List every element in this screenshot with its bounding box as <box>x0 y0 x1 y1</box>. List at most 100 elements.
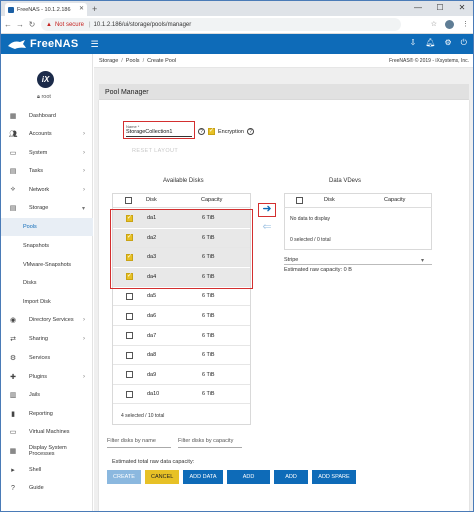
col-capacity[interactable]: Capacity <box>201 197 222 203</box>
row-checkbox[interactable] <box>126 312 133 320</box>
table-row[interactable]: da9 6 TiB <box>113 366 250 385</box>
notifications-icon[interactable]: 🔔︎ <box>425 38 435 48</box>
encryption-checkbox[interactable] <box>208 127 215 135</box>
tab-title: FreeNAS - 10.1.2.186 <box>17 6 71 13</box>
forward-icon[interactable]: → <box>15 20 25 29</box>
disk-name: da8 <box>147 352 157 359</box>
sidebar-item-snapshots[interactable]: Snapshots <box>1 237 93 255</box>
maximize-button[interactable]: ☐ <box>429 1 451 16</box>
filter-by-name-input[interactable]: Filter disks by name <box>107 438 156 444</box>
create-button[interactable]: CREATE <box>107 470 141 484</box>
sidebar-item-label: Guide <box>29 485 44 491</box>
disk-capacity: 6 TiB <box>202 352 215 359</box>
sidebar-item-tasks[interactable]: ▤ Tasks › <box>1 162 93 180</box>
cancel-button[interactable]: CANCEL <box>145 470 179 484</box>
storage-icon: ▤ <box>9 205 17 212</box>
reset-layout-button[interactable]: RESET LAYOUT <box>132 148 178 154</box>
sidebar-item-system[interactable]: ▭ System › <box>1 144 93 162</box>
vdev-col-capacity[interactable]: Capacity <box>384 197 405 203</box>
menu-toggle-icon[interactable]: ☰ <box>91 39 99 50</box>
sidebar-item-display-system-processes[interactable]: ▦ Display System Processes <box>1 442 93 460</box>
row-checkbox[interactable] <box>126 332 133 340</box>
browser-tab[interactable]: FreeNAS - 10.1.2.186 ✕ <box>5 3 87 16</box>
sidebar-item-directory-services[interactable]: ◉ Directory Services › <box>1 311 93 329</box>
row-checkbox[interactable] <box>126 292 133 300</box>
tab-strip: FreeNAS - 10.1.2.186 ✕ + — ☐ ✕ <box>1 1 473 16</box>
sidebar-item-guide[interactable]: ? Guide <box>1 479 93 497</box>
sidebar-item-shell[interactable]: ▸ Shell <box>1 461 93 479</box>
sidebar-item-label: Accounts <box>29 131 52 137</box>
tasks-status-icon[interactable]: ⇩ <box>410 38 417 48</box>
chevron-right-icon: › <box>83 317 85 323</box>
vdev-col-disk[interactable]: Disk <box>312 197 384 203</box>
sidebar-item-services[interactable]: ⚙ Services <box>1 349 93 367</box>
table-row[interactable]: da6 6 TiB <box>113 307 250 326</box>
browser-actions: ☆ ⋮ <box>431 20 469 29</box>
col-disk[interactable]: Disk <box>146 197 201 203</box>
power-icon[interactable]: ⏻ <box>461 38 467 48</box>
tab-close-icon[interactable]: ✕ <box>79 5 84 12</box>
freenas-shark-icon <box>8 39 26 49</box>
encryption-row: Encryption <box>208 127 244 135</box>
sidebar-item-plugins[interactable]: ✚ Plugins › <box>1 368 93 386</box>
sidebar-item-network[interactable]: ⟡ Network › <box>1 181 93 199</box>
breadcrumb-create-pool: Create Pool <box>147 57 177 64</box>
minimize-button[interactable]: — <box>407 1 429 16</box>
add-spare-button[interactable]: ADD SPARE <box>312 470 356 484</box>
disk-name: da6 <box>147 313 157 319</box>
sidebar-item-dashboard[interactable]: ▦ Dashboard <box>1 107 93 125</box>
sidebar-item-storage[interactable]: ▤ Storage ▾ <box>1 199 93 217</box>
table-row[interactable]: da8 6 TiB <box>113 346 250 366</box>
profile-avatar-icon[interactable] <box>445 20 454 29</box>
chevron-down-icon[interactable]: ▾ <box>421 257 424 264</box>
row-checkbox[interactable] <box>126 351 133 359</box>
row-checkbox[interactable] <box>126 371 133 379</box>
encryption-help-icon[interactable]: ? <box>247 128 254 135</box>
table-row[interactable]: da5 6 TiB <box>113 287 250 307</box>
filter-by-capacity-input[interactable]: Filter disks by capacity <box>178 438 233 444</box>
sidebar-item-vmware-snapshots[interactable]: VMware-Snapshots <box>1 256 93 274</box>
sidebar-item-jails[interactable]: ▥ Jails <box>1 386 93 404</box>
sidebar-item-pools[interactable]: Pools <box>1 218 93 236</box>
new-tab-button[interactable]: + <box>92 3 97 16</box>
disk-capacity: 6 TiB <box>202 313 215 319</box>
sidebar-item-virtual-machines[interactable]: ▭ Virtual Machines <box>1 423 93 441</box>
freenas-logo[interactable]: FreeNAS <box>7 38 79 50</box>
move-right-arrow-icon[interactable]: ➜ <box>258 203 276 217</box>
table-row[interactable]: da7 6 TiB <box>113 327 250 346</box>
sidebar-item-accounts[interactable]: 👥︎ Accounts › <box>1 125 93 143</box>
data-vdevs-title: Data VDevs <box>329 178 362 184</box>
sidebar-item-sharing[interactable]: ⇄ Sharing › <box>1 330 93 348</box>
reload-icon[interactable]: ↻ <box>27 20 37 29</box>
row-checkbox-cell <box>113 292 147 300</box>
move-left-arrow-icon[interactable]: ⇐ <box>260 220 274 233</box>
layout-select-underline <box>284 264 432 265</box>
name-help-icon[interactable]: ? <box>198 128 205 135</box>
vdev-layout-select[interactable]: Stripe <box>284 257 298 263</box>
close-window-button[interactable]: ✕ <box>451 1 473 16</box>
sidebar-item-disks[interactable]: Disks <box>1 274 93 292</box>
back-icon[interactable]: ← <box>3 20 13 29</box>
add-data-button[interactable]: ADD DATA <box>183 470 223 484</box>
sidebar-item-import-disk[interactable]: Import Disk <box>1 293 93 311</box>
add-log-button[interactable]: ADD LOG <box>274 470 308 494</box>
breadcrumb-pools[interactable]: Pools <box>126 58 140 64</box>
row-checkbox-cell <box>113 371 147 379</box>
user-label: 🔒︎ root <box>37 94 51 100</box>
breadcrumb-storage[interactable]: Storage <box>99 58 118 64</box>
settings-gear-icon[interactable]: ⚙ <box>445 38 452 48</box>
browser-menu-icon[interactable]: ⋮ <box>462 20 469 29</box>
url-field[interactable]: ▲ Not secure | 10.1.2.186/ui/storage/poo… <box>41 18 401 31</box>
disk-capacity: 6 TiB <box>202 332 215 339</box>
row-checkbox[interactable] <box>126 390 133 398</box>
pool-name-value[interactable]: StorageCollection1 <box>126 129 192 137</box>
table-row[interactable]: da10 6 TiB <box>113 385 250 405</box>
pool-name-field[interactable]: Name * StorageCollection1 <box>123 121 195 139</box>
vdev-select-all-checkbox[interactable] <box>296 196 303 204</box>
add-cache-button[interactable]: ADD CACHE <box>227 470 270 494</box>
select-all-checkbox[interactable] <box>125 196 132 204</box>
bookmark-star-icon[interactable]: ☆ <box>431 20 437 29</box>
page-title: Pool Manager <box>99 84 469 100</box>
sidebar-item-reporting[interactable]: ▮ Reporting <box>1 405 93 423</box>
not-secure-label: Not secure <box>54 21 84 28</box>
